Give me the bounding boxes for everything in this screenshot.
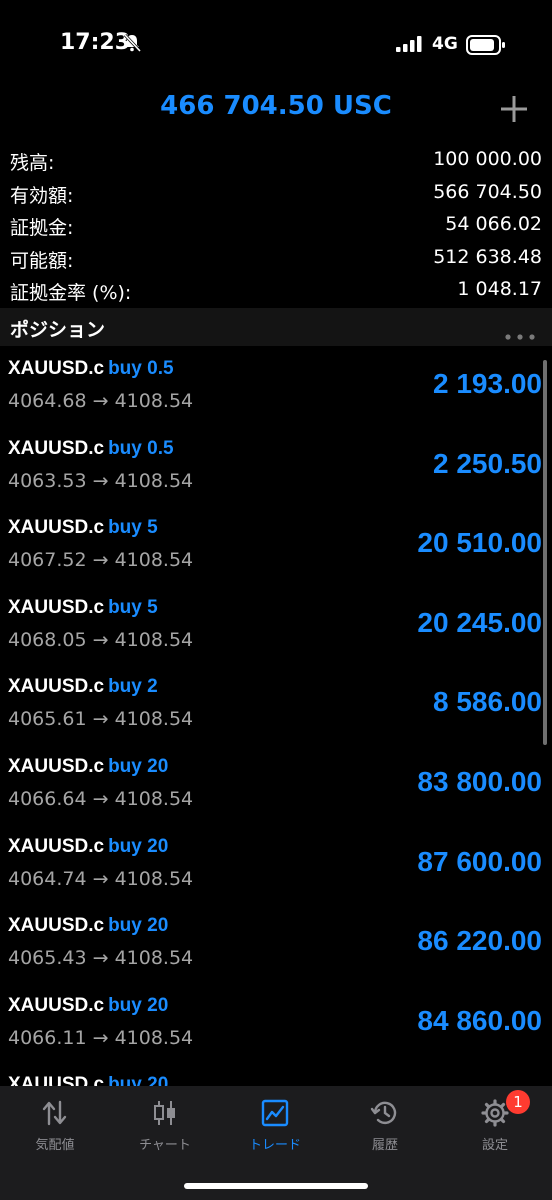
notification-badge: 1 [506, 1090, 530, 1114]
more-dots-icon[interactable] [505, 325, 535, 344]
position-type: buy 5 [108, 517, 158, 539]
position-symbol: XAUUSD.c [8, 437, 105, 459]
status-time: 17:23 [60, 30, 131, 55]
position-profit: 86 220.00 [417, 925, 542, 957]
summary-label: 残高: [10, 152, 55, 174]
tab-chart[interactable]: チャート [110, 1086, 220, 1166]
position-symbol: XAUUSD.c [8, 755, 105, 777]
position-profit: 8 586.00 [433, 686, 542, 718]
position-profit: 2 250.50 [433, 447, 542, 479]
home-indicator[interactable] [184, 1183, 368, 1189]
position-type: buy 2 [108, 676, 158, 698]
position-type: buy 20 [108, 915, 169, 937]
position-symbol: XAUUSD.c [8, 517, 105, 539]
summary-label: 証拠金率 (%): [10, 282, 132, 304]
tab-quotes[interactable]: 気配値 [0, 1086, 110, 1166]
position-type: buy 0.5 [108, 358, 174, 379]
position-row[interactable]: XAUUSD.c buy 2 4065.61 → 4108.54 8 586.00 [0, 664, 552, 744]
position-row[interactable]: XAUUSD.c buy 20 [0, 1062, 552, 1086]
position-profit: 84 860.00 [417, 1004, 542, 1036]
summary-value: 100 000.00 [433, 148, 542, 170]
account-header: 466 704.50 USC [0, 85, 552, 130]
position-profit: 87 600.00 [417, 845, 542, 877]
position-symbol: XAUUSD.c [8, 1074, 105, 1086]
plus-icon [501, 96, 527, 122]
summary-value: 54 066.02 [445, 213, 542, 235]
quotes-arrows-icon [42, 1100, 67, 1126]
position-prices: 4065.43 → 4108.54 [8, 947, 194, 970]
position-type: buy 5 [108, 596, 158, 618]
balance-title: 466 704.50 USC [160, 91, 392, 121]
position-type: buy 20 [108, 755, 169, 777]
network-type: 4G [432, 34, 458, 54]
position-symbol: XAUUSD.c [8, 835, 105, 857]
position-type: buy 20 [108, 835, 169, 857]
position-row[interactable]: XAUUSD.c buy 20 4065.43 → 4108.54 86 220.… [0, 903, 552, 983]
position-symbol: XAUUSD.c [8, 915, 105, 937]
position-symbol: XAUUSD.c [8, 994, 105, 1016]
summary-row-equity: 有効額: 566 704.50 [0, 177, 552, 210]
position-profit: 20 510.00 [417, 527, 542, 559]
position-prices: 4063.53 → 4108.54 [8, 469, 194, 492]
position-row[interactable]: XAUUSD.c buy 0.5 4064.68 → 4108.54 2 193.… [0, 346, 552, 426]
tab-label: チャート [139, 1138, 191, 1153]
battery-icon [466, 35, 506, 59]
position-prices: 4068.05 → 4108.54 [8, 628, 194, 651]
positions-section-header: ポジション [0, 308, 552, 346]
summary-row-free-margin: 可能額: 512 638.48 [0, 242, 552, 275]
summary-row-margin-level: 証拠金率 (%): 1 048.17 [0, 274, 552, 307]
summary-row-margin: 証拠金: 54 066.02 [0, 209, 552, 242]
position-type: buy 20 [108, 1074, 169, 1086]
scrollbar[interactable] [543, 360, 547, 745]
status-bar: 17:23 4G [0, 0, 552, 90]
tab-trade[interactable]: トレード [220, 1086, 330, 1166]
add-order-button[interactable] [498, 93, 530, 125]
tab-history[interactable]: 履歴 [330, 1086, 440, 1166]
summary-value: 512 638.48 [433, 245, 542, 268]
tab-settings[interactable]: 1 設定 [440, 1086, 550, 1166]
position-prices: 4066.11 → 4108.54 [8, 1026, 194, 1049]
position-row[interactable]: XAUUSD.c buy 20 4064.74 → 4108.54 87 600.… [0, 824, 552, 904]
position-row[interactable]: XAUUSD.c buy 20 4066.64 → 4108.54 83 800.… [0, 744, 552, 824]
positions-list[interactable]: XAUUSD.c buy 0.5 4064.68 → 4108.54 2 193.… [0, 346, 552, 1086]
position-row[interactable]: XAUUSD.c buy 0.5 4063.53 → 4108.54 2 250.… [0, 426, 552, 506]
summary-value: 1 048.17 [457, 278, 542, 300]
summary-label: 有効額: [10, 184, 74, 207]
position-prices: 4066.64 → 4108.54 [8, 787, 194, 810]
position-prices: 4065.61 → 4108.54 [8, 708, 194, 731]
trade-chart-icon [261, 1099, 289, 1127]
candlestick-chart-icon [154, 1101, 175, 1125]
position-profit: 20 245.00 [417, 606, 542, 638]
summary-value: 566 704.50 [433, 180, 542, 203]
position-profit: 83 800.00 [417, 765, 542, 797]
position-symbol: XAUUSD.c [8, 358, 105, 379]
account-summary: 残高: 100 000.00 有効額: 566 704.50 証拠金: 54 0… [0, 144, 552, 307]
cellular-signal-icon [396, 36, 424, 56]
tab-label: 履歴 [371, 1138, 398, 1153]
position-profit: 2 193.00 [433, 368, 542, 399]
tab-label: 設定 [481, 1138, 508, 1153]
summary-label: 可能額: [10, 249, 74, 272]
history-clock-icon [370, 1101, 397, 1125]
position-prices: 4067.52 → 4108.54 [8, 549, 194, 572]
bell-muted-icon [122, 33, 142, 57]
position-prices: 4064.74 → 4108.54 [8, 867, 194, 890]
tab-label: 気配値 [35, 1138, 75, 1153]
position-symbol: XAUUSD.c [8, 596, 105, 618]
position-row[interactable]: XAUUSD.c buy 20 4066.11 → 4108.54 84 860.… [0, 983, 552, 1063]
position-row[interactable]: XAUUSD.c buy 5 4067.52 → 4108.54 20 510.0… [0, 505, 552, 585]
positions-title: ポジション [10, 319, 106, 341]
summary-row-balance: 残高: 100 000.00 [0, 144, 552, 177]
position-type: buy 0.5 [108, 437, 174, 459]
summary-label: 証拠金: [10, 217, 74, 239]
position-type: buy 20 [108, 994, 169, 1016]
tab-label: トレード [248, 1138, 301, 1153]
position-symbol: XAUUSD.c [8, 676, 105, 698]
position-row[interactable]: XAUUSD.c buy 5 4068.05 → 4108.54 20 245.0… [0, 585, 552, 665]
position-prices: 4064.68 → 4108.54 [8, 390, 194, 412]
